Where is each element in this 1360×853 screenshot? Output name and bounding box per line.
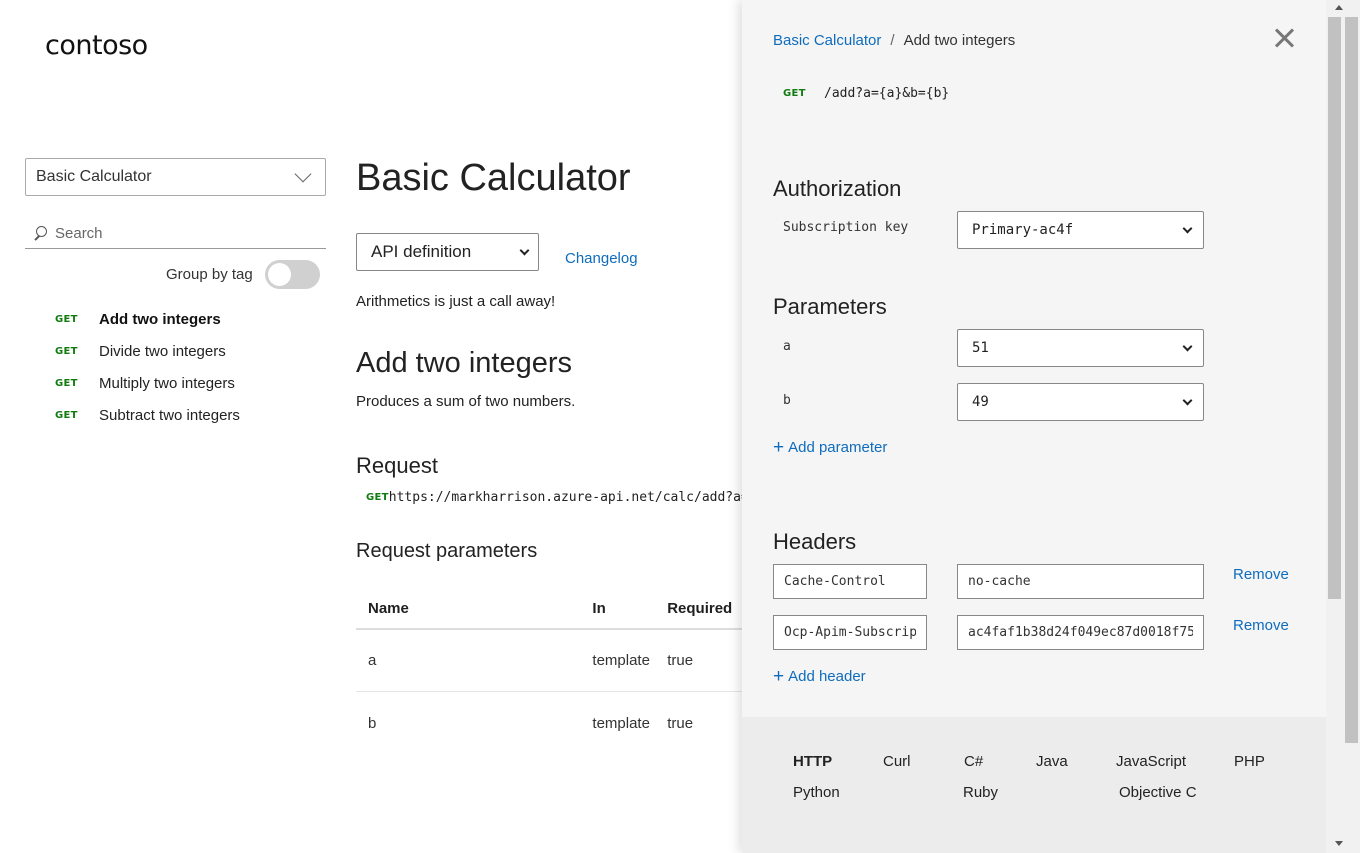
param-name: a — [368, 652, 377, 669]
column-header-required: Required — [667, 599, 733, 617]
operation-label: Add two integers — [99, 310, 221, 328]
http-verb-badge: GET — [366, 492, 389, 503]
param-name: b — [368, 714, 377, 732]
http-verb-badge: GET — [55, 313, 78, 325]
operation-item-divide[interactable]: GET Divide two integers — [55, 335, 240, 367]
test-console-panel: Basic Calculator / Add two integers GET … — [742, 0, 1326, 853]
contoso-logo: contoso — [45, 30, 148, 61]
breadcrumb-api-link[interactable]: Basic Calculator — [773, 32, 881, 49]
http-verb-badge: GET — [55, 345, 78, 357]
subscription-key-value: Primary-ac4f — [972, 222, 1074, 238]
tab-php[interactable]: PHP — [1234, 753, 1265, 770]
param-in: template — [592, 714, 650, 732]
operation-label: Divide two integers — [99, 342, 226, 360]
headers-heading: Headers — [773, 529, 857, 554]
plus-icon: + — [773, 666, 785, 687]
chevron-down-icon — [1182, 341, 1193, 351]
param-b-label: b — [783, 393, 791, 408]
operation-item-multiply[interactable]: GET Multiply two integers — [55, 367, 240, 399]
chevron-down-icon — [1182, 395, 1193, 405]
param-a-label: a — [783, 339, 791, 354]
remove-header-button[interactable]: Remove — [1233, 617, 1289, 634]
api-description: Arithmetics is just a call away! — [356, 293, 556, 310]
api-selector-dropdown[interactable]: Basic Calculator — [25, 158, 326, 196]
search-icon — [33, 226, 47, 240]
tab-http[interactable]: HTTP — [793, 753, 832, 770]
panel-scrollbar-thumb[interactable] — [1328, 17, 1341, 599]
chevron-down-icon — [1182, 223, 1193, 233]
table-row: a template true — [356, 630, 742, 692]
remove-header-button[interactable]: Remove — [1233, 566, 1289, 583]
column-header-in: In — [592, 599, 606, 617]
operation-label: Subtract two integers — [99, 406, 240, 424]
parameters-heading: Parameters — [773, 294, 887, 319]
operation-label: Multiply two integers — [99, 374, 235, 392]
tab-java[interactable]: Java — [1036, 753, 1068, 770]
breadcrumb-current: Add two integers — [903, 32, 1016, 49]
page-title: Basic Calculator — [356, 157, 631, 199]
tab-javascript[interactable]: JavaScript — [1116, 753, 1186, 770]
column-header-name: Name — [368, 599, 409, 617]
subscription-key-label: Subscription key — [783, 220, 909, 235]
param-b-value: 49 — [972, 394, 989, 410]
subscription-key-select[interactable]: Primary-ac4f — [957, 211, 1204, 249]
search-input[interactable] — [55, 224, 305, 242]
operation-search[interactable] — [25, 218, 326, 249]
param-required: true — [667, 652, 694, 669]
chevron-down-icon — [519, 245, 530, 255]
add-header-button[interactable]: + Add header — [773, 667, 866, 686]
http-verb-badge: GET — [55, 377, 78, 389]
header-name-input[interactable] — [773, 615, 927, 650]
tab-objective-c[interactable]: Objective C — [1119, 784, 1197, 801]
request-parameters-heading: Request parameters — [356, 540, 538, 562]
api-selector-value: Basic Calculator — [36, 168, 152, 185]
plus-icon: + — [773, 437, 785, 458]
operation-title: Add two integers — [356, 347, 573, 379]
param-b-select[interactable]: 49 — [957, 383, 1204, 421]
operation-item-add[interactable]: GET Add two integers — [55, 303, 240, 335]
operation-description: Produces a sum of two numbers. — [356, 393, 576, 410]
scroll-up-icon[interactable] — [1333, 0, 1345, 14]
header-value-input[interactable] — [957, 615, 1204, 650]
tab-ruby[interactable]: Ruby — [963, 784, 998, 801]
console-request-url: GET /add?a={a}&b={b} — [783, 86, 949, 101]
table-header: Name In Required — [356, 588, 742, 630]
request-url: GET https://markharrison.azure-api.net/c… — [366, 490, 746, 505]
breadcrumb-separator: / — [890, 32, 895, 49]
operation-item-subtract[interactable]: GET Subtract two integers — [55, 399, 240, 431]
add-parameter-button[interactable]: + Add parameter — [773, 438, 887, 457]
http-verb-badge: GET — [55, 409, 78, 421]
tab-curl[interactable]: Curl — [883, 753, 911, 770]
param-required: true — [667, 714, 694, 732]
param-a-value: 51 — [972, 340, 989, 356]
add-header-label: Add header — [788, 668, 866, 685]
table-row: b template true — [356, 692, 742, 754]
param-in: template — [592, 652, 650, 669]
param-a-select[interactable]: 51 — [957, 329, 1204, 367]
http-verb-badge: GET — [783, 88, 806, 99]
breadcrumb: Basic Calculator / Add two integers — [773, 32, 1015, 49]
scroll-down-icon[interactable] — [1333, 837, 1345, 851]
group-by-tag-toggle[interactable] — [264, 260, 320, 289]
authorization-heading: Authorization — [773, 176, 902, 201]
api-definition-dropdown[interactable]: API definition — [356, 233, 539, 271]
close-icon[interactable] — [1275, 28, 1295, 48]
header-value-input[interactable] — [957, 564, 1204, 599]
tab-python[interactable]: Python — [793, 784, 840, 801]
group-by-tag: Group by tag — [166, 260, 320, 289]
request-heading: Request — [356, 453, 438, 478]
add-parameter-label: Add parameter — [788, 439, 888, 456]
request-url-text: https://markharrison.azure-api.net/calc/… — [388, 490, 746, 505]
page-scrollbar-thumb[interactable] — [1345, 17, 1358, 743]
operation-list: GET Add two integers GET Divide two inte… — [55, 303, 240, 431]
header-name-input[interactable] — [773, 564, 927, 599]
api-definition-value: API definition — [371, 242, 472, 261]
request-parameters-table: Name In Required a template true b templ… — [356, 588, 742, 754]
chevron-down-icon — [294, 165, 312, 183]
url-template: /add?a={a}&b={b} — [824, 86, 950, 101]
group-by-tag-label: Group by tag — [166, 266, 253, 283]
changelog-link[interactable]: Changelog — [565, 250, 638, 267]
tab-csharp[interactable]: C# — [964, 753, 983, 770]
